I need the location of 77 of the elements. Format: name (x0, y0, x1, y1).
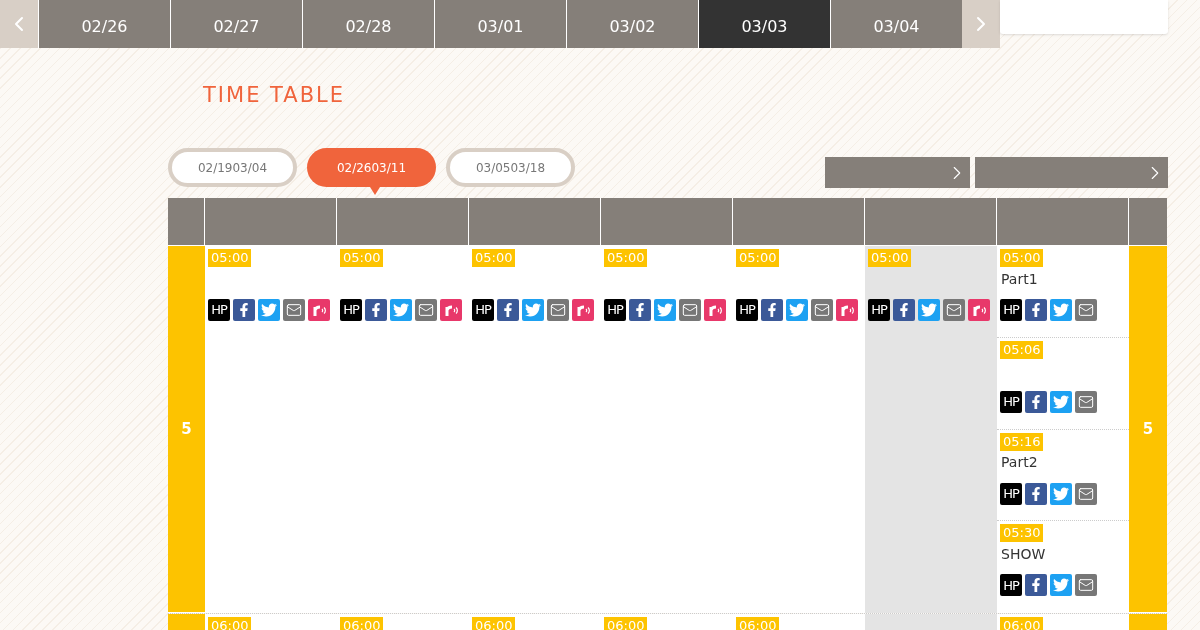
time-label: 05:00 (868, 249, 912, 267)
radio-icon[interactable] (704, 299, 726, 321)
twitter-icon[interactable] (258, 299, 280, 321)
twitter-icon[interactable] (654, 299, 676, 321)
date-tab[interactable]: 03/01 (434, 0, 566, 48)
time-label: 05:00 (1000, 249, 1044, 267)
twitter-icon[interactable] (1050, 299, 1072, 321)
facebook-icon[interactable] (1025, 574, 1047, 597)
homepage-link[interactable]: HP (604, 299, 626, 321)
time-label: 06:00 (1000, 617, 1044, 630)
time-label: 06:00 (208, 617, 252, 630)
mail-icon[interactable] (1075, 574, 1097, 597)
date-tab[interactable]: 02/28 (302, 0, 434, 48)
twitter-icon[interactable] (1050, 390, 1072, 413)
mail-icon[interactable] (943, 299, 965, 321)
homepage-link[interactable]: HP (1000, 482, 1022, 505)
date-tab[interactable]: 03/03 (698, 0, 830, 48)
date-tab[interactable]: 03/02 (566, 0, 698, 48)
homepage-link[interactable]: HP (1000, 574, 1022, 597)
twitter-icon[interactable] (918, 299, 940, 321)
radio-icon[interactable] (968, 299, 990, 321)
homepage-link[interactable]: HP (868, 299, 890, 321)
radio-icon[interactable] (572, 299, 594, 321)
program-title: Part2 (1000, 453, 1039, 472)
radio-icon[interactable] (308, 299, 330, 321)
facebook-icon[interactable] (497, 299, 519, 321)
facebook-icon[interactable] (233, 299, 255, 321)
date-tab[interactable]: 02/27 (170, 0, 302, 48)
facebook-icon[interactable] (1025, 482, 1047, 505)
hour-label: 5 (181, 418, 192, 440)
date-tab[interactable]: 02/26 (38, 0, 170, 48)
homepage-link[interactable]: HP (208, 299, 230, 321)
facebook-icon[interactable] (893, 299, 915, 321)
week-tab[interactable]: 02/1903/04 (168, 148, 297, 187)
mail-icon[interactable] (679, 299, 701, 321)
mail-icon[interactable] (283, 299, 305, 321)
page-title: TIME TABLE (203, 82, 347, 109)
twitter-icon[interactable] (1050, 574, 1072, 597)
homepage-link[interactable]: HP (472, 299, 494, 321)
twitter-icon[interactable] (522, 299, 544, 321)
time-label: 06:00 (736, 617, 780, 630)
facebook-icon[interactable] (761, 299, 783, 321)
program-title: Part1 (1000, 269, 1039, 289)
time-label: 05:00 (604, 249, 648, 267)
facebook-icon[interactable] (365, 299, 387, 321)
time-label: 05:00 (736, 249, 780, 267)
time-label: 06:00 (472, 617, 516, 630)
time-label: 05:00 (208, 249, 252, 267)
time-label: 05:00 (340, 249, 384, 267)
time-label: 06:00 (340, 617, 384, 630)
mail-icon[interactable] (1075, 390, 1097, 413)
homepage-link[interactable]: HP (736, 299, 758, 321)
week-tab[interactable]: 03/0503/18 (446, 148, 575, 187)
time-label: 06:00 (604, 617, 648, 630)
facebook-icon[interactable] (1025, 299, 1047, 321)
mail-icon[interactable] (1075, 299, 1097, 321)
radio-icon[interactable] (440, 299, 462, 321)
facebook-icon[interactable] (1025, 390, 1047, 413)
twitter-icon[interactable] (390, 299, 412, 321)
mail-icon[interactable] (547, 299, 569, 321)
time-label: 05:06 (1000, 340, 1044, 359)
time-label: 05:16 (1000, 432, 1044, 451)
time-label: 05:30 (1000, 524, 1044, 543)
radio-icon[interactable] (836, 299, 858, 321)
facebook-icon[interactable] (629, 299, 651, 321)
twitter-icon[interactable] (786, 299, 808, 321)
program-title: SHOW (1000, 544, 1047, 564)
mail-icon[interactable] (811, 299, 833, 321)
homepage-link[interactable]: HP (1000, 390, 1022, 413)
mail-icon[interactable] (415, 299, 437, 321)
mail-icon[interactable] (1075, 482, 1097, 505)
date-tab[interactable]: 03/04 (830, 0, 962, 48)
hour-label: 5 (1142, 418, 1154, 440)
twitter-icon[interactable] (1050, 482, 1072, 505)
homepage-link[interactable]: HP (340, 299, 362, 321)
time-label: 05:00 (472, 249, 516, 267)
homepage-link[interactable]: HP (1000, 299, 1022, 321)
